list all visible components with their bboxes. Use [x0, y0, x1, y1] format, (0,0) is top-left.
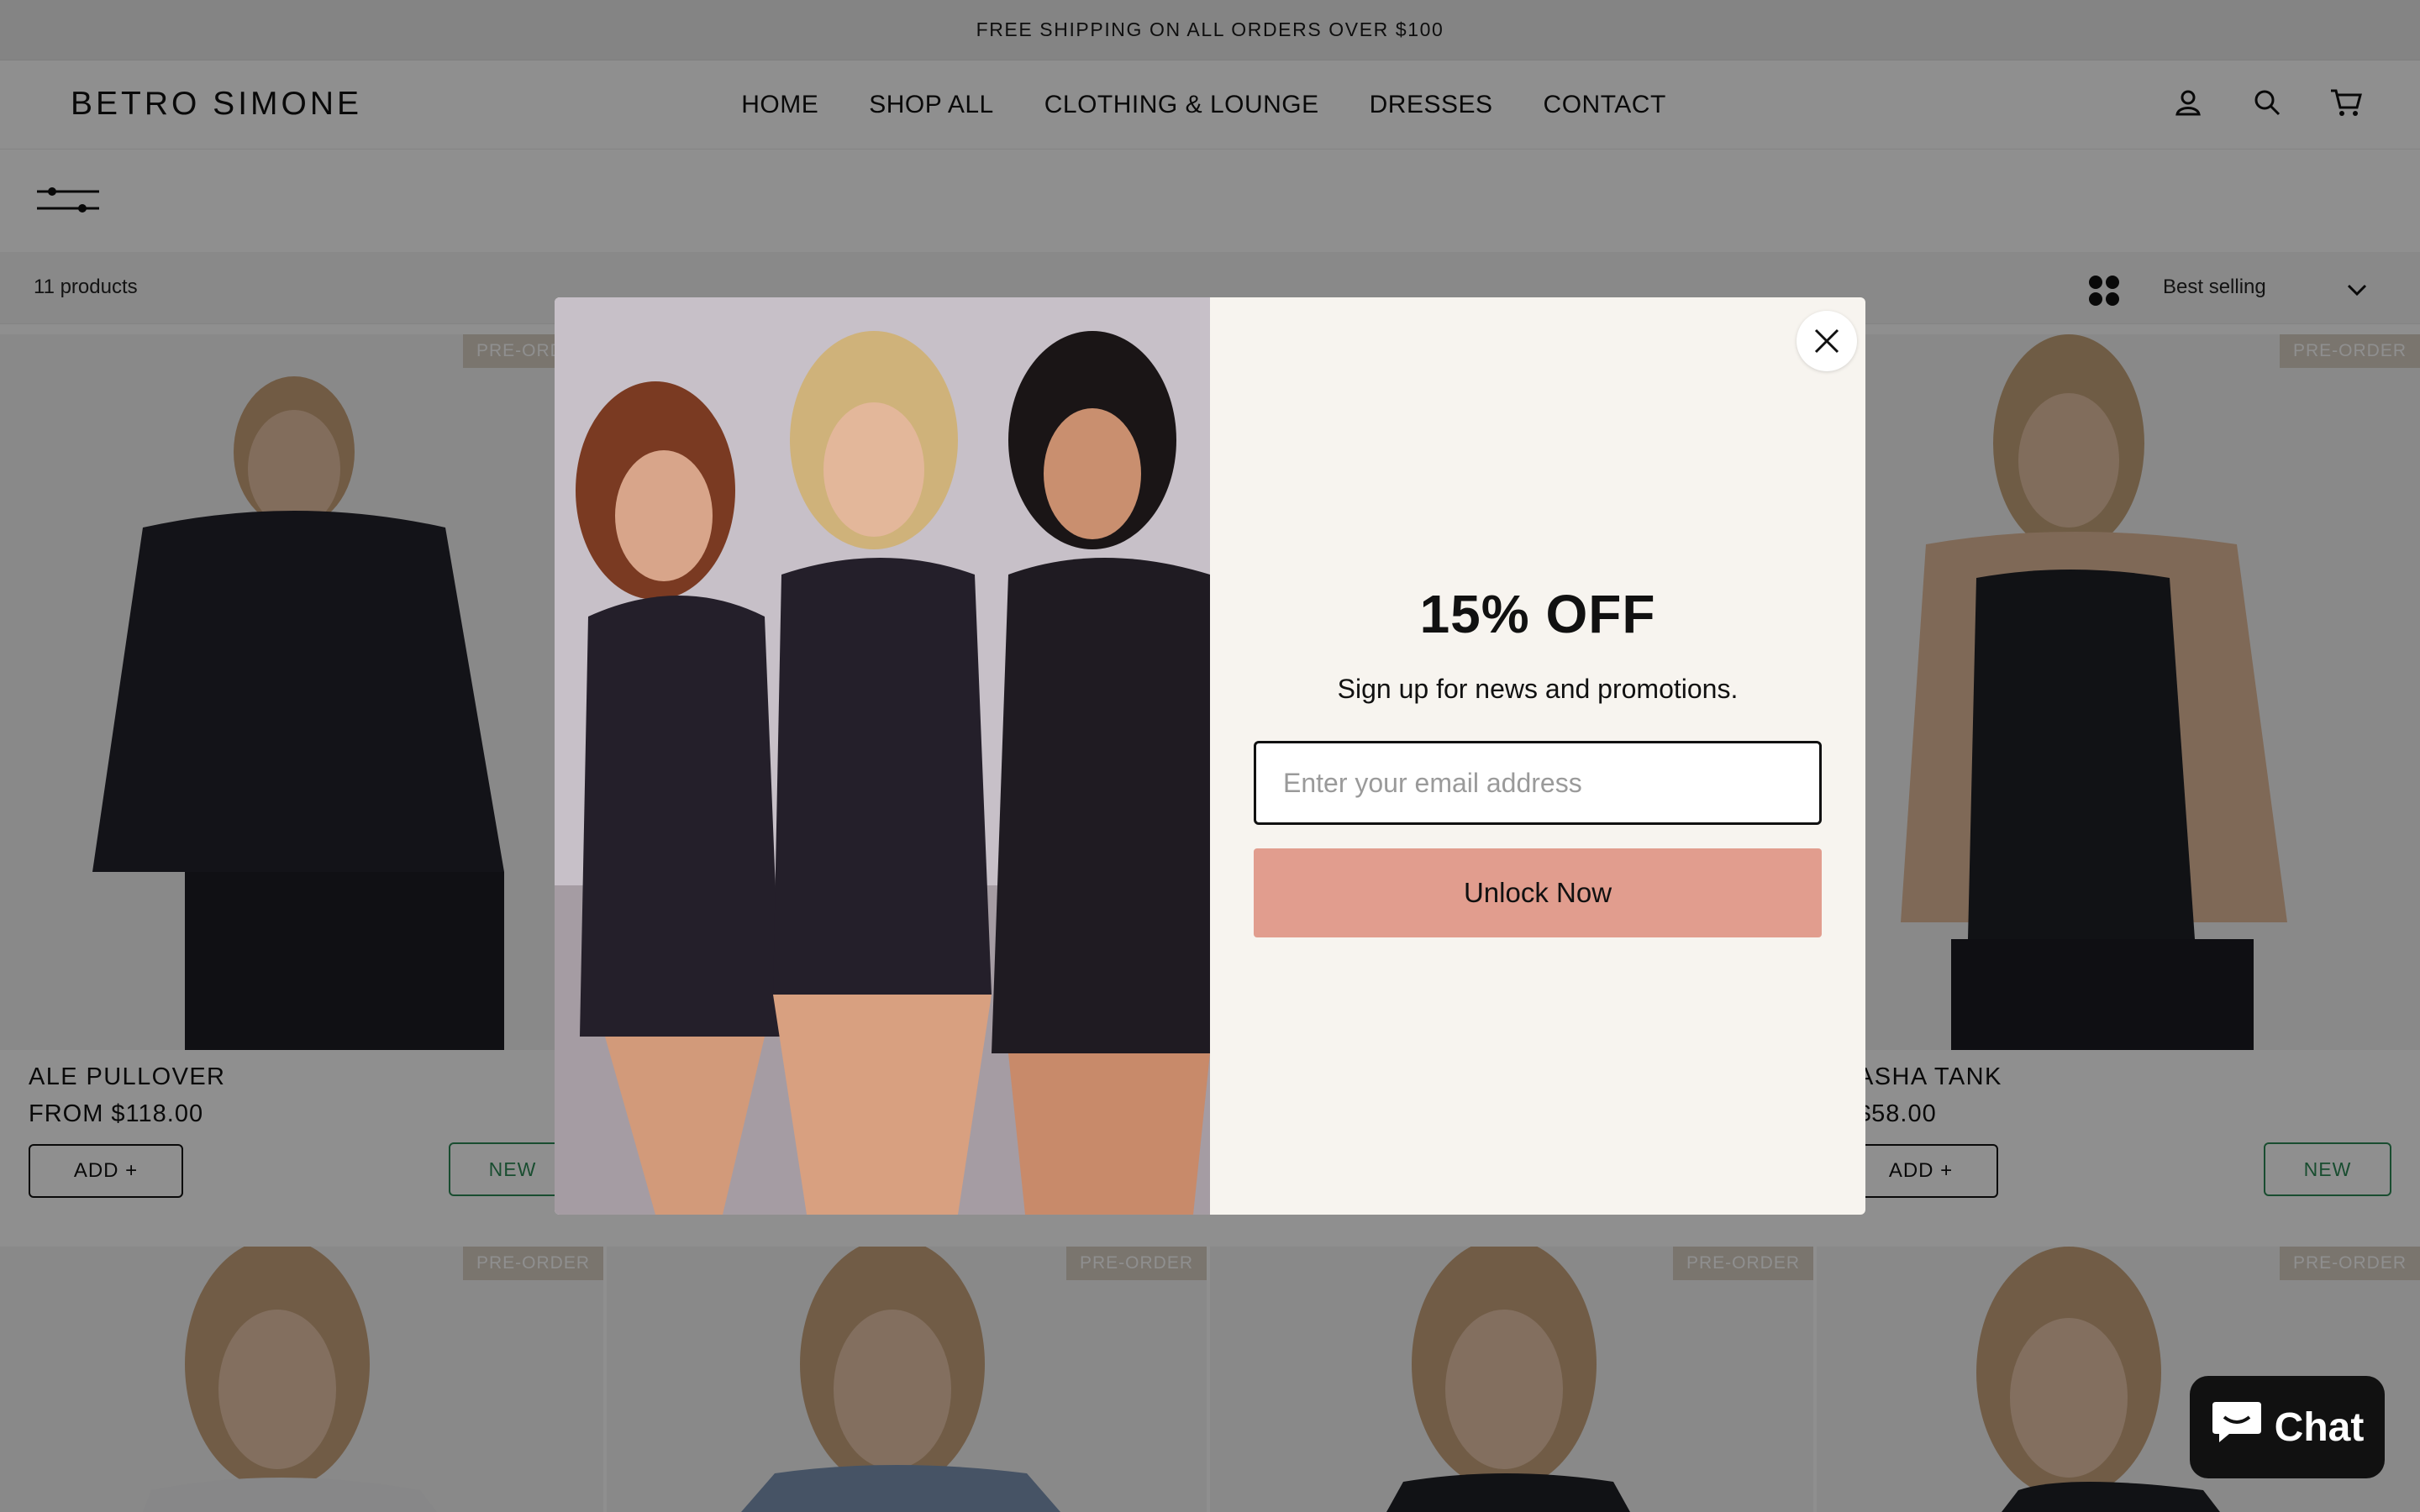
chat-label: Chat	[2274, 1404, 2365, 1450]
close-icon	[1814, 328, 1839, 354]
modal-photo	[555, 297, 1210, 1215]
email-input[interactable]	[1254, 741, 1822, 825]
unlock-now-button[interactable]: Unlock Now	[1254, 848, 1822, 937]
store-page: FREE SHIPPING ON ALL ORDERS OVER $100 BE…	[0, 0, 2420, 1512]
signup-modal: 15% OFF Sign up for news and promotions.…	[555, 297, 1865, 1215]
modal-content: 15% OFF Sign up for news and promotions.…	[1210, 297, 1865, 1215]
close-button[interactable]	[1797, 311, 1857, 371]
modal-subtitle: Sign up for news and promotions.	[1337, 674, 1739, 704]
chat-bubble-icon	[2211, 1399, 2263, 1456]
modal-title: 15% OFF	[1419, 584, 1656, 644]
chat-button[interactable]: Chat	[2190, 1376, 2385, 1478]
